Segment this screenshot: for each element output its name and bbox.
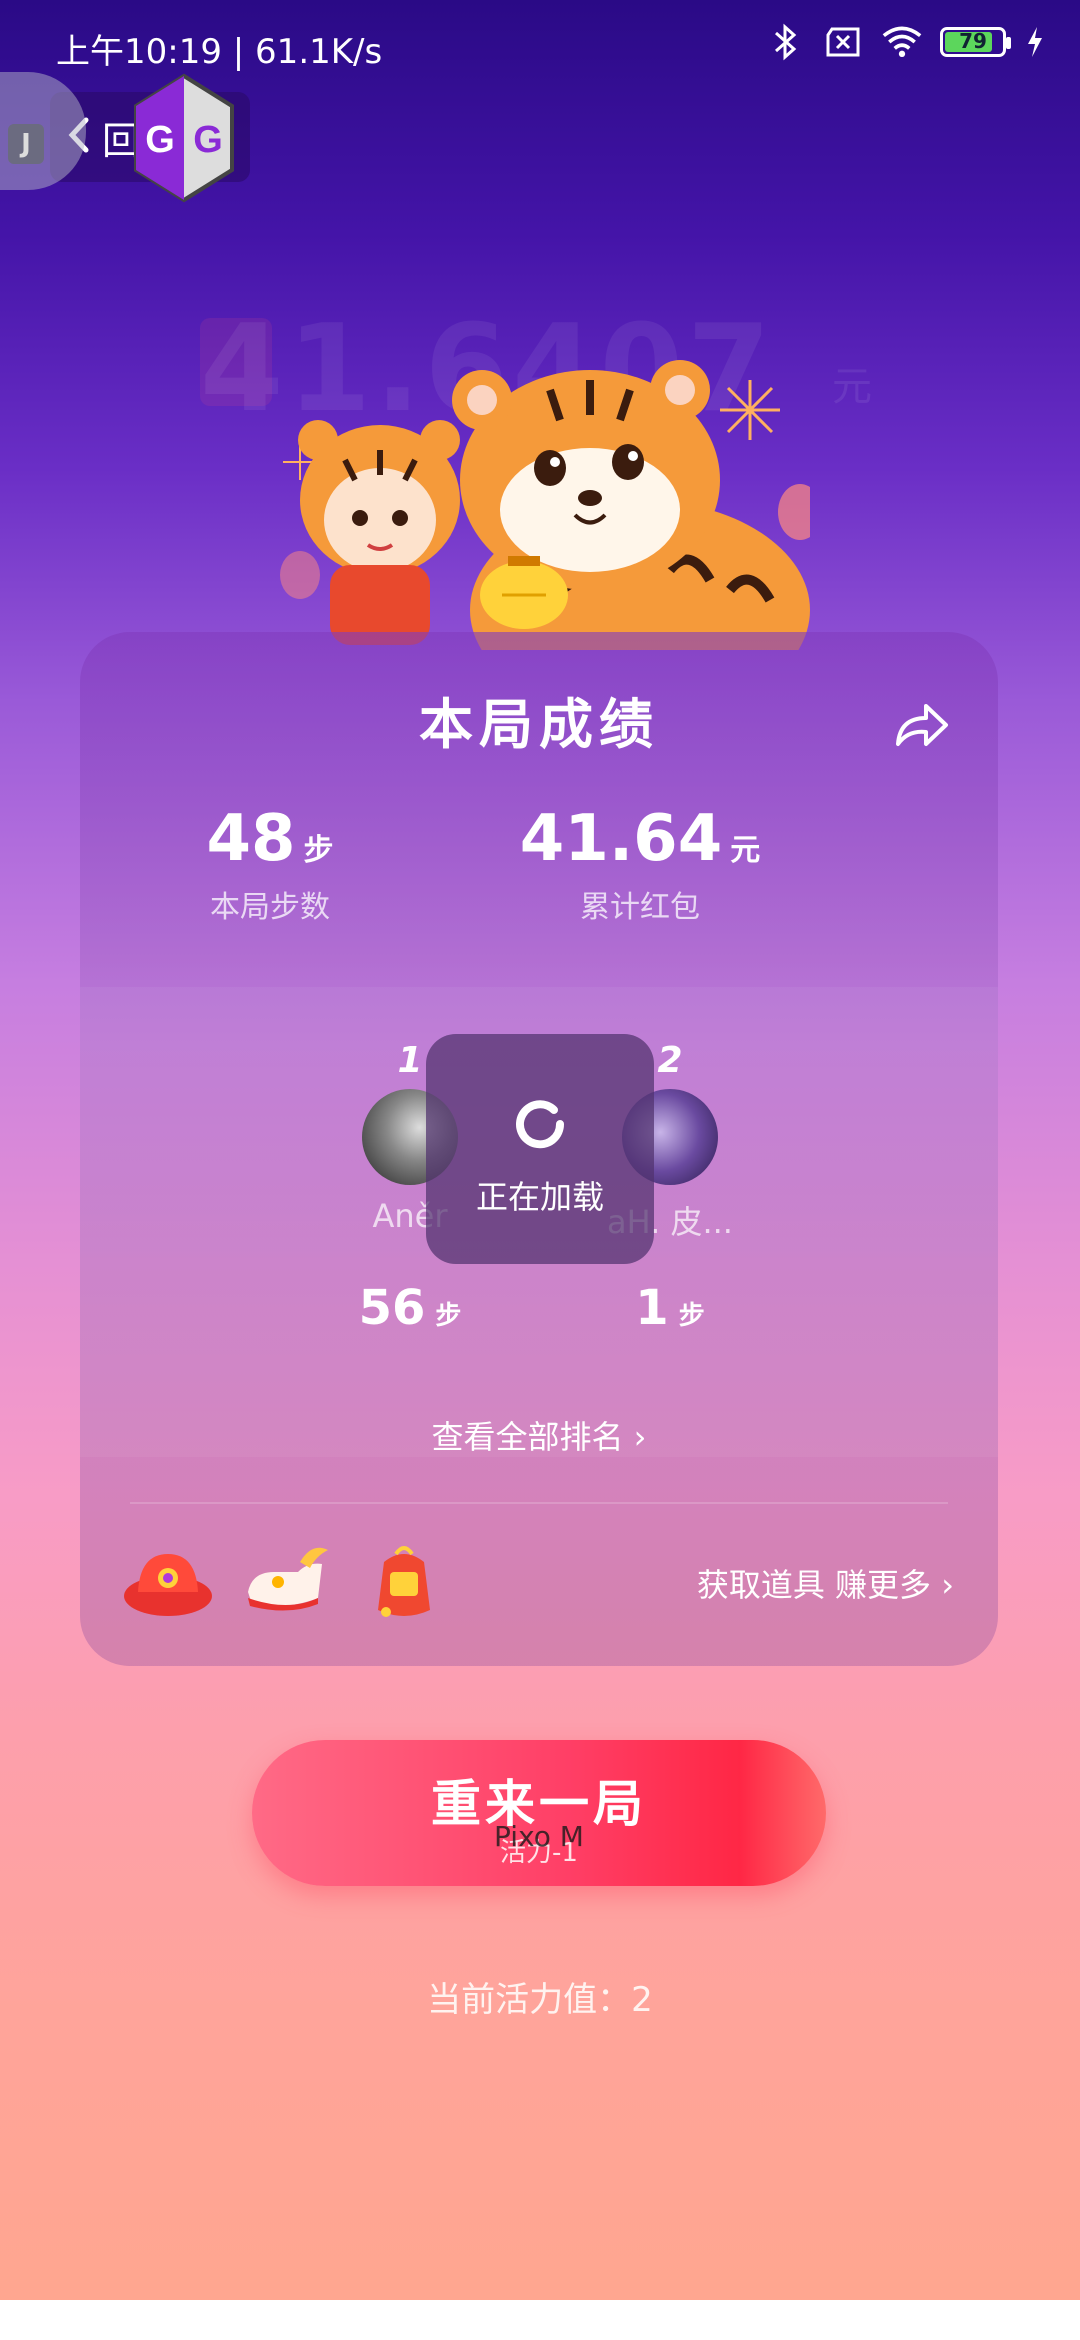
get-props-link[interactable]: 获取道具 赚更多 › (697, 1560, 954, 1606)
stat-value: 41.64 (519, 802, 723, 876)
debug-overlay-text: Pixo M (494, 1820, 584, 1853)
sim-off-icon (824, 22, 864, 62)
rank-steps-value: 56 (358, 1280, 426, 1336)
stat-value: 48 (206, 802, 296, 876)
replay-button[interactable]: 重来一局 活力-1 Pixo M (252, 1740, 826, 1886)
faded-amount-unit: 元 (832, 364, 872, 410)
loading-toast: 正在加载 (426, 1034, 654, 1264)
view-all-ranking-link[interactable]: 查看全部排名 › (80, 1412, 998, 1458)
battery-level: 79 (959, 29, 987, 53)
red-envelope-bag-icon[interactable] (356, 1532, 452, 1628)
lucky-shoe-icon[interactable] (238, 1532, 334, 1628)
battery-icon: 79 (940, 27, 1011, 57)
svg-text:G: G (145, 119, 175, 161)
gameguardian-icon[interactable]: G G (128, 72, 240, 204)
stat-red-envelope: 41.64 元 累计红包 (470, 802, 810, 926)
status-icons: 79 (766, 22, 1046, 62)
rank-steps-value: 1 (635, 1280, 669, 1336)
floating-badge-letter: J (8, 124, 44, 164)
stat-label: 累计红包 (580, 890, 700, 925)
stat-label: 本局步数 (210, 890, 330, 925)
rank-steps-unit: 步 (435, 1301, 462, 1331)
status-time: 上午10:19 | 61.1K/s (56, 32, 383, 72)
loading-text: 正在加载 (475, 1178, 604, 1216)
divider (130, 1502, 948, 1504)
rank-steps: 56 步 (310, 1280, 510, 1336)
stat-unit: 元 (730, 833, 761, 868)
bluetooth-icon (766, 22, 806, 62)
vitality-value: 当前活力值：2 (427, 1980, 653, 2020)
prop-list[interactable] (120, 1532, 452, 1628)
stat-unit: 步 (303, 833, 334, 868)
rank-steps: 1步 (570, 1280, 770, 1336)
card-title: 本局成绩 (419, 693, 659, 756)
rank-steps-unit: 步 (678, 1301, 705, 1331)
loading-spinner-icon (504, 1088, 576, 1160)
stat-steps: 48 步 本局步数 (100, 802, 440, 926)
tiger-illustration (250, 350, 822, 720)
share-icon[interactable] (894, 700, 950, 750)
navigation-bar (0, 2300, 1080, 2340)
lantern-hat-icon[interactable] (120, 1532, 216, 1628)
wifi-icon (882, 22, 922, 62)
svg-text:G: G (193, 119, 223, 161)
charging-icon (1024, 22, 1046, 62)
